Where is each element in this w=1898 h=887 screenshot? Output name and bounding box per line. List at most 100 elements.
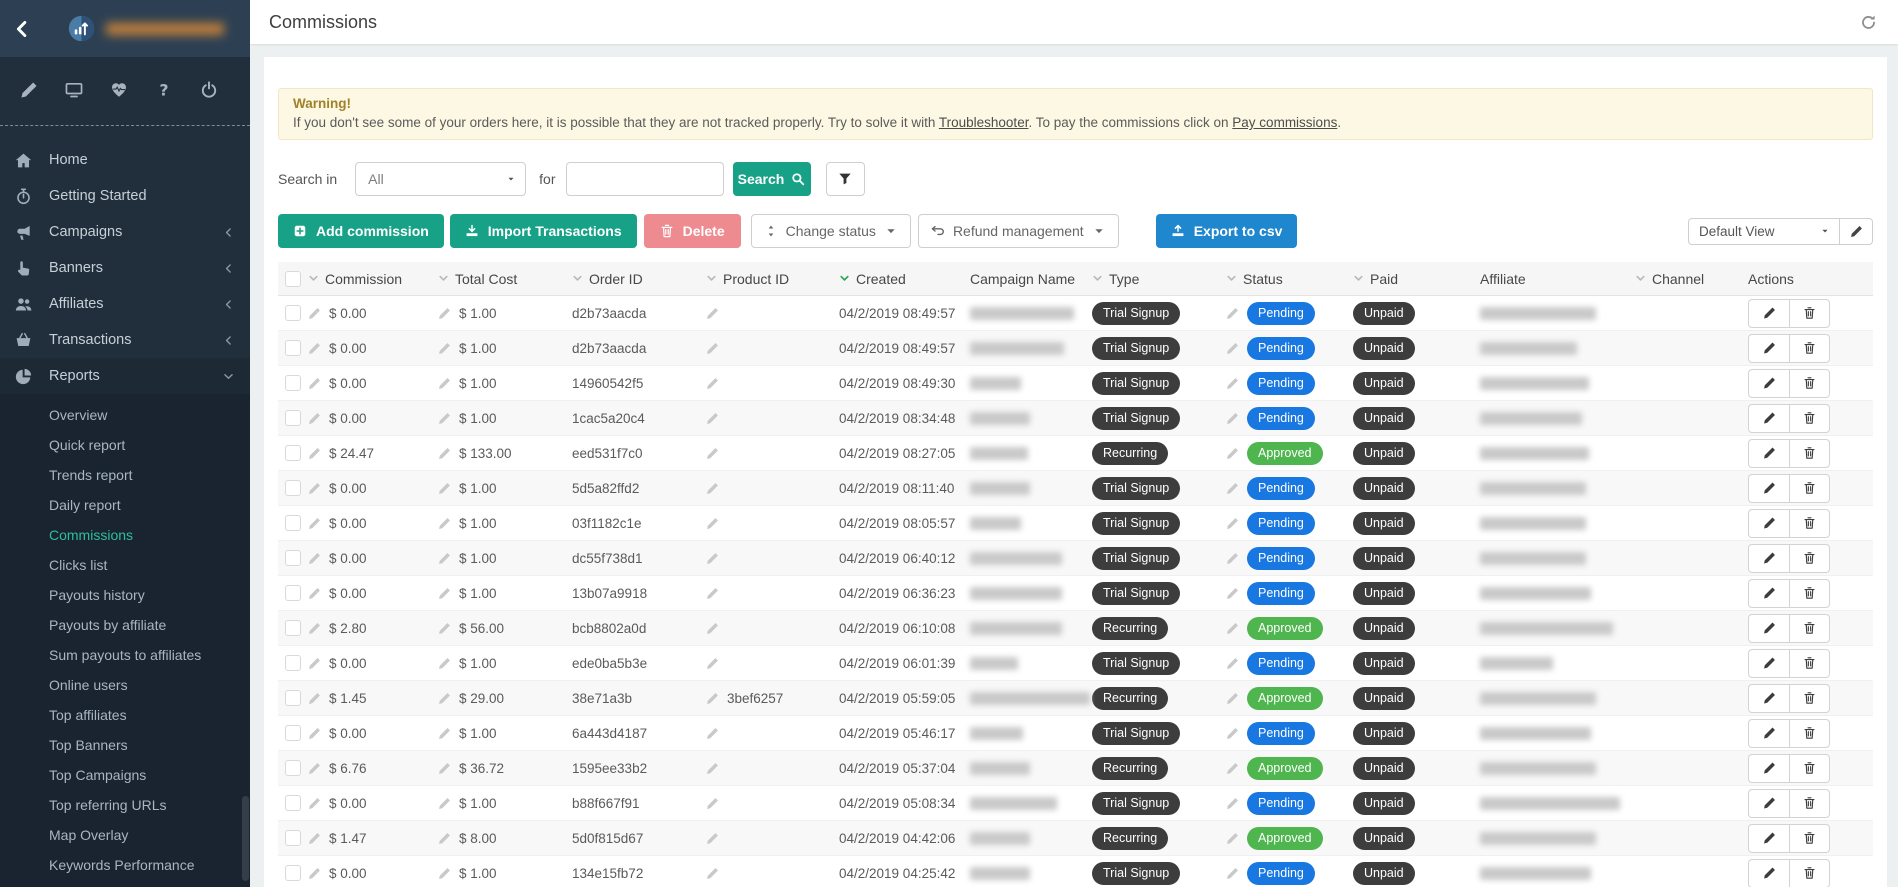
inline-edit-pencil-icon[interactable] — [308, 657, 321, 670]
sidebar-item-reports[interactable]: Reports — [0, 358, 250, 394]
row-checkbox[interactable] — [285, 655, 301, 671]
inline-edit-pencil-icon[interactable] — [308, 517, 321, 530]
inline-edit-pencil-icon[interactable] — [706, 762, 719, 775]
sidebar-item-affiliates[interactable]: Affiliates — [0, 286, 250, 322]
edit-row-button[interactable] — [1749, 300, 1789, 327]
inline-edit-pencil-icon[interactable] — [438, 377, 451, 390]
inline-edit-pencil-icon[interactable] — [308, 412, 321, 425]
row-checkbox[interactable] — [285, 865, 301, 881]
inline-edit-pencil-icon[interactable] — [438, 552, 451, 565]
inline-edit-pencil-icon[interactable] — [438, 832, 451, 845]
edit-row-button[interactable] — [1749, 335, 1789, 362]
inline-edit-pencil-icon[interactable] — [438, 867, 451, 880]
inline-edit-pencil-icon[interactable] — [308, 832, 321, 845]
row-checkbox[interactable] — [285, 340, 301, 356]
edit-row-button[interactable] — [1749, 650, 1789, 677]
change-status-dropdown[interactable]: Change status — [751, 214, 911, 248]
edit-row-button[interactable] — [1749, 545, 1789, 572]
col-header-product_id[interactable]: Product ID — [704, 271, 837, 287]
submenu-item-quick-report[interactable]: Quick report — [0, 430, 250, 460]
power-icon[interactable] — [200, 81, 218, 99]
search-button[interactable]: Search — [733, 162, 811, 196]
row-checkbox[interactable] — [285, 620, 301, 636]
delete-row-button[interactable] — [1789, 510, 1829, 537]
inline-edit-pencil-icon[interactable] — [438, 517, 451, 530]
sidebar-scrollbar[interactable] — [242, 796, 249, 881]
submenu-item-sum-payouts-to-affiliates[interactable]: Sum payouts to affiliates — [0, 640, 250, 670]
row-checkbox[interactable] — [285, 690, 301, 706]
delete-row-button[interactable] — [1789, 720, 1829, 747]
inline-edit-pencil-icon[interactable] — [308, 727, 321, 740]
row-checkbox[interactable] — [285, 410, 301, 426]
edit-row-button[interactable] — [1749, 580, 1789, 607]
edit-row-button[interactable] — [1749, 475, 1789, 502]
submenu-item-top-banners[interactable]: Top Banners — [0, 730, 250, 760]
edit-row-button[interactable] — [1749, 440, 1789, 467]
edit-row-button[interactable] — [1749, 370, 1789, 397]
inline-edit-pencil-icon[interactable] — [438, 307, 451, 320]
delete-row-button[interactable] — [1789, 545, 1829, 572]
sort-caret-icon[interactable] — [308, 273, 319, 284]
delete-button[interactable]: Delete — [644, 214, 741, 248]
inline-edit-pencil-icon[interactable] — [1226, 762, 1239, 775]
inline-edit-pencil-icon[interactable] — [706, 727, 719, 740]
row-checkbox[interactable] — [285, 795, 301, 811]
row-checkbox[interactable] — [285, 760, 301, 776]
sidebar-item-transactions[interactable]: Transactions — [0, 322, 250, 358]
submenu-item-daily-report[interactable]: Daily report — [0, 490, 250, 520]
edit-row-button[interactable] — [1749, 860, 1789, 887]
submenu-item-payouts-history[interactable]: Payouts history — [0, 580, 250, 610]
inline-edit-pencil-icon[interactable] — [1226, 657, 1239, 670]
col-header-order_id[interactable]: Order ID — [570, 271, 704, 287]
inline-edit-pencil-icon[interactable] — [706, 517, 719, 530]
sidebar-item-home[interactable]: Home — [0, 142, 250, 178]
row-checkbox[interactable] — [285, 480, 301, 496]
inline-edit-pencil-icon[interactable] — [706, 832, 719, 845]
inline-edit-pencil-icon[interactable] — [308, 307, 321, 320]
edit-row-button[interactable] — [1749, 755, 1789, 782]
submenu-item-commissions[interactable]: Commissions — [0, 520, 250, 550]
inline-edit-pencil-icon[interactable] — [1226, 692, 1239, 705]
inline-edit-pencil-icon[interactable] — [438, 692, 451, 705]
inline-edit-pencil-icon[interactable] — [438, 447, 451, 460]
submenu-item-online-users[interactable]: Online users — [0, 670, 250, 700]
edit-row-button[interactable] — [1749, 825, 1789, 852]
inline-edit-pencil-icon[interactable] — [1226, 867, 1239, 880]
edit-row-button[interactable] — [1749, 720, 1789, 747]
edit-row-button[interactable] — [1749, 510, 1789, 537]
col-header-status[interactable]: Status — [1224, 271, 1351, 287]
inline-edit-pencil-icon[interactable] — [1226, 307, 1239, 320]
pay-commissions-link[interactable]: Pay commissions — [1232, 115, 1337, 130]
inline-edit-pencil-icon[interactable] — [706, 587, 719, 600]
sort-caret-icon[interactable] — [706, 273, 717, 284]
inline-edit-pencil-icon[interactable] — [308, 342, 321, 355]
row-checkbox[interactable] — [285, 445, 301, 461]
sidebar-item-banners[interactable]: Banners — [0, 250, 250, 286]
refund-management-dropdown[interactable]: Refund management — [918, 214, 1119, 248]
export-csv-button[interactable]: Export to csv — [1156, 214, 1298, 248]
inline-edit-pencil-icon[interactable] — [438, 482, 451, 495]
sort-caret-icon[interactable] — [1635, 273, 1646, 284]
inline-edit-pencil-icon[interactable] — [706, 342, 719, 355]
inline-edit-pencil-icon[interactable] — [438, 762, 451, 775]
submenu-item-top-affiliates[interactable]: Top affiliates — [0, 700, 250, 730]
inline-edit-pencil-icon[interactable] — [1226, 832, 1239, 845]
submenu-item-overview[interactable]: Overview — [0, 400, 250, 430]
col-header-created[interactable]: Created — [837, 271, 968, 287]
edit-row-button[interactable] — [1749, 685, 1789, 712]
delete-row-button[interactable] — [1789, 580, 1829, 607]
inline-edit-pencil-icon[interactable] — [308, 622, 321, 635]
inline-edit-pencil-icon[interactable] — [706, 412, 719, 425]
inline-edit-pencil-icon[interactable] — [308, 797, 321, 810]
col-header-commission[interactable]: Commission — [306, 271, 436, 287]
inline-edit-pencil-icon[interactable] — [438, 797, 451, 810]
help-icon[interactable]: ? — [155, 81, 173, 99]
submenu-item-map-overlay[interactable]: Map Overlay — [0, 820, 250, 850]
inline-edit-pencil-icon[interactable] — [1226, 797, 1239, 810]
submenu-item-payouts-by-affiliate[interactable]: Payouts by affiliate — [0, 610, 250, 640]
inline-edit-pencil-icon[interactable] — [438, 342, 451, 355]
refresh-icon[interactable] — [1860, 14, 1877, 31]
search-scope-select[interactable]: All — [355, 162, 526, 196]
edit-row-button[interactable] — [1749, 790, 1789, 817]
inline-edit-pencil-icon[interactable] — [438, 622, 451, 635]
